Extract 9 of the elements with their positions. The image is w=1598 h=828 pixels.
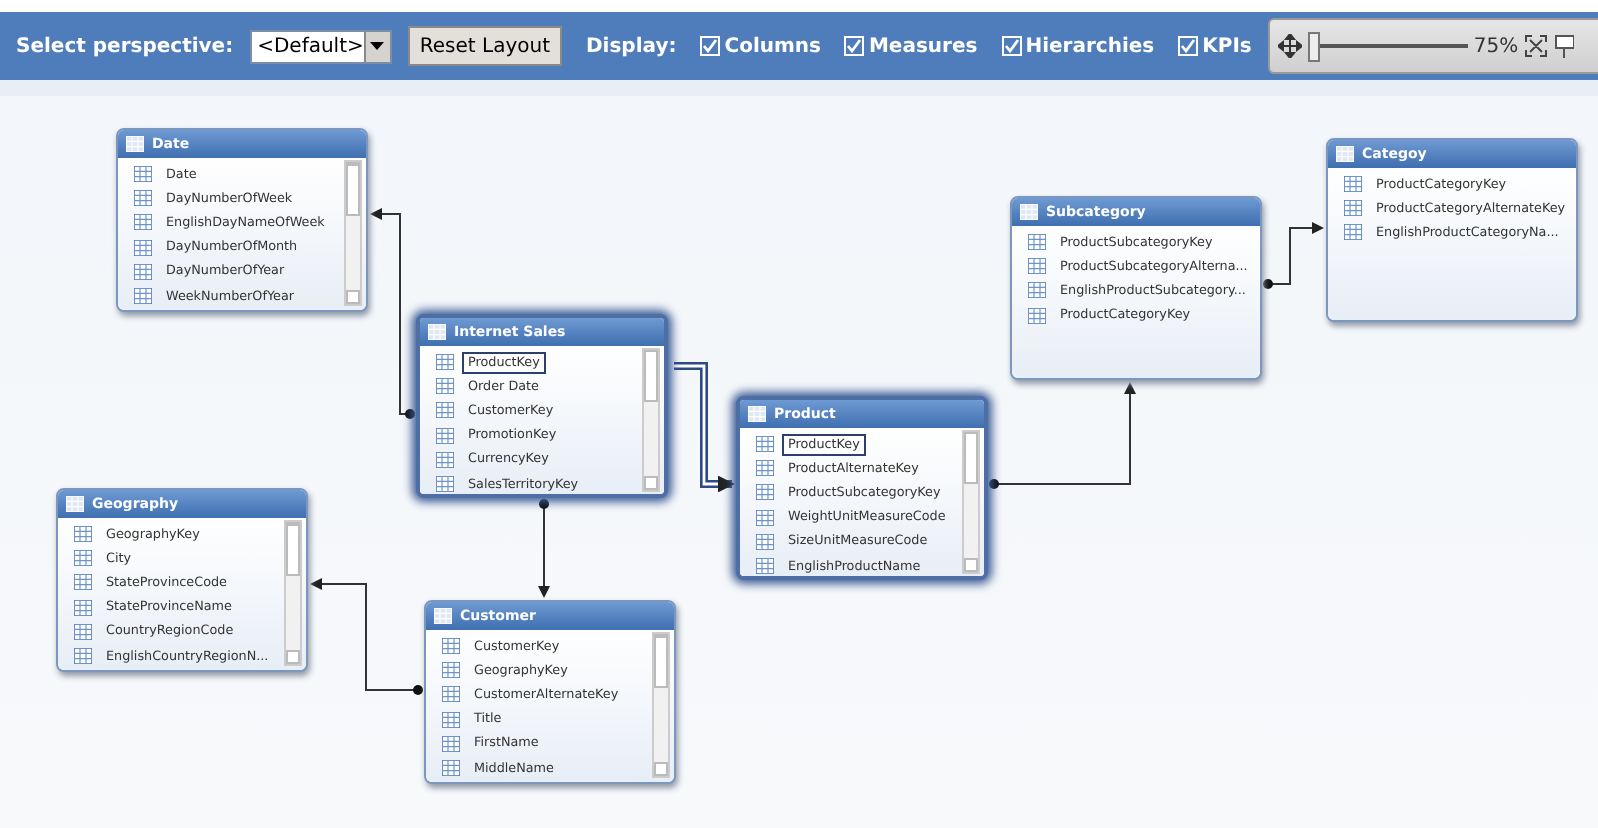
display-label: Display:: [586, 35, 677, 57]
perspective-label: Select perspective:: [16, 35, 234, 57]
zoom-reading: 75%: [1473, 35, 1519, 57]
checkbox-label: KPIs: [1202, 35, 1252, 57]
checkbox-label: Hierarchies: [1025, 35, 1155, 57]
perspective-dropdown[interactable]: <Default>: [249, 29, 392, 63]
reset-layout-button[interactable]: Reset Layout: [407, 26, 562, 66]
checkbox-label: Measures: [868, 35, 978, 57]
checkbox-label: Columns: [724, 35, 821, 57]
